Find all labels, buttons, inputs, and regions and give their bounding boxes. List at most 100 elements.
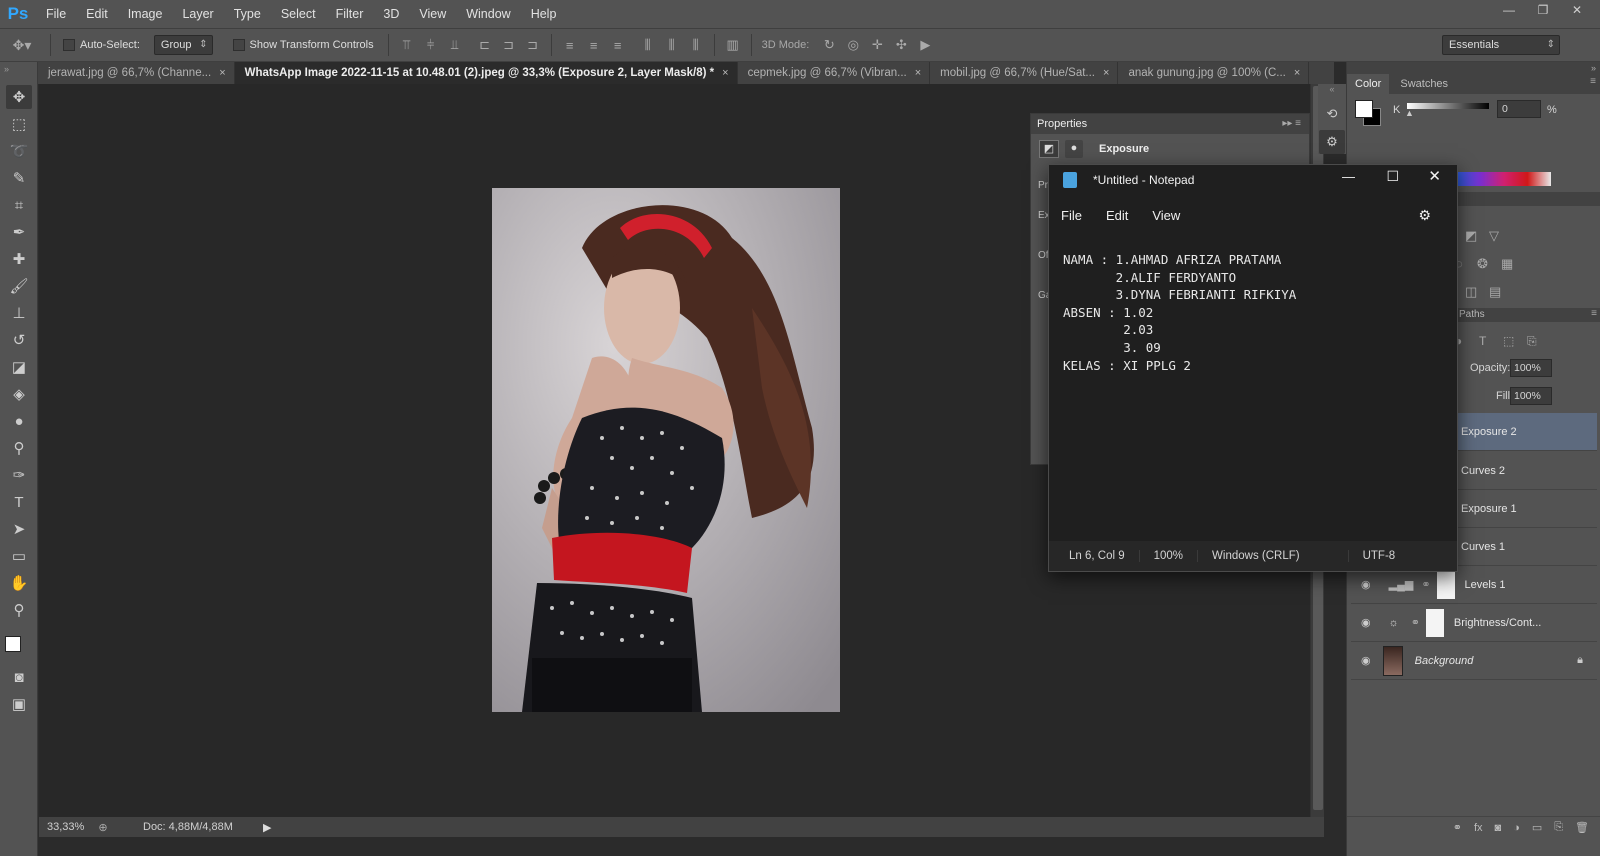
foreground-color-swatch[interactable] bbox=[1355, 100, 1373, 118]
screen-mode-icon[interactable]: ▣ bbox=[6, 692, 32, 716]
slider-handle-icon[interactable]: ▲ bbox=[1405, 108, 1414, 118]
color-balance-adjust-icon[interactable]: ❂ bbox=[1477, 256, 1488, 272]
properties-panel-icon[interactable]: ⚙ bbox=[1319, 130, 1345, 154]
3d-pan-icon[interactable]: ✛ bbox=[865, 37, 889, 53]
layer-background[interactable]: ◉ Background 🔒︎ bbox=[1351, 642, 1597, 680]
pen-tool-icon[interactable]: ✑ bbox=[6, 463, 32, 487]
crop-tool-icon[interactable]: ⌗ bbox=[6, 193, 32, 217]
notepad-menu-view[interactable]: View bbox=[1152, 208, 1180, 223]
doc-tab-jerawat[interactable]: jerawat.jpg @ 66,7% (Channe... × bbox=[38, 62, 235, 84]
collapse-icon[interactable]: » bbox=[1347, 62, 1600, 74]
filter-shape-icon[interactable]: ⬚ bbox=[1503, 334, 1514, 348]
panel-menu-icon[interactable]: ≡ bbox=[1590, 76, 1596, 87]
close-button[interactable]: ✕ bbox=[1560, 0, 1594, 22]
curves-adjust-icon[interactable]: ◩ bbox=[1465, 228, 1477, 244]
new-layer-icon[interactable]: ⎘ bbox=[1554, 821, 1563, 834]
status-menu-arrow-icon[interactable]: ▶ bbox=[263, 821, 271, 834]
auto-align-icon[interactable]: ▥ bbox=[721, 37, 745, 53]
k-value-field[interactable]: 0 bbox=[1497, 100, 1541, 118]
move-tool-preset-icon[interactable]: ✥▾ bbox=[0, 37, 44, 54]
align-left-icon[interactable]: ⊏ bbox=[473, 37, 497, 53]
menu-edit[interactable]: Edit bbox=[76, 0, 118, 28]
eyedropper-tool-icon[interactable]: ✒ bbox=[6, 220, 32, 244]
align-hcenter-icon[interactable]: ⊐ bbox=[497, 37, 521, 53]
blur-tool-icon[interactable]: ● bbox=[6, 409, 32, 433]
show-transform-checkbox[interactable] bbox=[232, 39, 245, 51]
distribute-top-icon[interactable]: ≡ bbox=[558, 38, 582, 53]
menu-file[interactable]: File bbox=[36, 0, 76, 28]
distribute-vcenter-icon[interactable]: ≡ bbox=[582, 38, 606, 53]
menu-type[interactable]: Type bbox=[224, 0, 271, 28]
align-bottom-icon[interactable]: ⫫ bbox=[443, 37, 467, 53]
align-right-icon[interactable]: ⊐ bbox=[521, 37, 545, 53]
clone-stamp-tool-icon[interactable]: ⊥ bbox=[6, 301, 32, 325]
visibility-eye-icon[interactable]: ◉ bbox=[1361, 578, 1371, 591]
collapse-icon[interactable]: « bbox=[1318, 84, 1346, 98]
document-image[interactable] bbox=[492, 188, 840, 712]
fx-icon[interactable]: fx bbox=[1474, 822, 1483, 834]
filter-smart-icon[interactable]: ⎘ bbox=[1527, 334, 1537, 349]
notepad-minimize-button[interactable]: — bbox=[1342, 169, 1355, 184]
new-adjustment-icon[interactable]: ◑ bbox=[1513, 822, 1520, 834]
panel-menu-icon[interactable]: ≡ bbox=[1591, 308, 1597, 319]
menu-filter[interactable]: Filter bbox=[326, 0, 374, 28]
collapse-icon[interactable]: » bbox=[0, 62, 37, 82]
visibility-eye-icon[interactable]: ◉ bbox=[1361, 654, 1371, 667]
tab-color[interactable]: Color bbox=[1347, 74, 1390, 94]
eraser-tool-icon[interactable]: ◪ bbox=[6, 355, 32, 379]
brush-tool-icon[interactable]: 🖌 bbox=[6, 274, 32, 298]
auto-select-mode-dropdown[interactable]: Group bbox=[153, 35, 213, 55]
align-top-icon[interactable]: ⫪ bbox=[395, 37, 419, 53]
fill-field[interactable]: 100% bbox=[1510, 387, 1552, 405]
notepad-menu-edit[interactable]: Edit bbox=[1106, 208, 1128, 223]
new-group-icon[interactable]: ▭ bbox=[1532, 821, 1542, 834]
doc-tab-mobil[interactable]: mobil.jpg @ 66,7% (Hue/Sat... × bbox=[930, 62, 1119, 84]
zoom-tool-icon[interactable]: ⚲ bbox=[6, 598, 32, 622]
workspace-dropdown[interactable]: Essentials bbox=[1442, 35, 1560, 55]
menu-view[interactable]: View bbox=[409, 0, 456, 28]
tab-close-icon[interactable]: × bbox=[1294, 62, 1300, 84]
marquee-tool-icon[interactable]: ⬚ bbox=[6, 112, 32, 136]
distribute-right-icon[interactable]: ⫼ bbox=[684, 37, 708, 53]
menu-help[interactable]: Help bbox=[521, 0, 567, 28]
gradient-map-adjust-icon[interactable]: ▤ bbox=[1489, 284, 1501, 300]
zoom-level[interactable]: 33,33% bbox=[47, 821, 91, 833]
move-tool-icon[interactable]: ✥ bbox=[6, 85, 32, 109]
tab-close-icon[interactable]: × bbox=[219, 62, 225, 84]
menu-select[interactable]: Select bbox=[271, 0, 326, 28]
opacity-field[interactable]: 100% bbox=[1510, 359, 1552, 377]
doc-tab-anak-gunung[interactable]: anak gunung.jpg @ 100% (C... × bbox=[1118, 62, 1310, 84]
tab-close-icon[interactable]: × bbox=[915, 62, 921, 84]
delete-layer-icon[interactable]: 🗑︎ bbox=[1575, 821, 1589, 834]
tab-close-icon[interactable]: × bbox=[722, 62, 728, 84]
panel-menu-icon[interactable]: ▸▸ ≡ bbox=[1282, 114, 1301, 134]
quick-mask-icon[interactable]: ◙ bbox=[6, 665, 32, 689]
distribute-hcenter-icon[interactable]: ⫼ bbox=[660, 37, 684, 53]
layer-brightness-contrast[interactable]: ◉ ☼ ⚭ Brightness/Cont... bbox=[1351, 604, 1597, 642]
k-slider[interactable] bbox=[1407, 103, 1489, 109]
notepad-text-area[interactable]: NAMA : 1.AHMAD AFRIZA PRATAMA 2.ALIF FER… bbox=[1063, 251, 1447, 374]
align-vcenter-icon[interactable]: ⫩ bbox=[419, 37, 443, 53]
tab-paths[interactable]: Paths bbox=[1459, 309, 1485, 320]
history-panel-icon[interactable]: ⟲ bbox=[1319, 102, 1345, 126]
auto-select-checkbox[interactable] bbox=[63, 39, 75, 51]
notepad-titlebar[interactable]: *Untitled - Notepad — ☐ ✕ bbox=[1049, 165, 1457, 195]
exposure-adjust-icon[interactable]: ▽ bbox=[1489, 228, 1499, 244]
3d-scale-icon[interactable]: ▶ bbox=[913, 37, 937, 53]
minimize-button[interactable]: — bbox=[1492, 0, 1526, 22]
notepad-close-button[interactable]: ✕ bbox=[1428, 167, 1441, 185]
layer-mask-thumbnail[interactable] bbox=[1436, 570, 1455, 599]
doc-tab-whatsapp-image[interactable]: WhatsApp Image 2022-11-15 at 10.48.01 (2… bbox=[234, 62, 738, 84]
healing-brush-tool-icon[interactable]: ✚ bbox=[6, 247, 32, 271]
color-swatches[interactable] bbox=[0, 626, 37, 662]
threshold-adjust-icon[interactable]: ◫ bbox=[1465, 284, 1477, 300]
visibility-eye-icon[interactable]: ◉ bbox=[1361, 616, 1371, 629]
doc-tab-cepmek[interactable]: cepmek.jpg @ 66,7% (Vibran... × bbox=[737, 62, 931, 84]
history-brush-tool-icon[interactable]: ↺ bbox=[6, 328, 32, 352]
rectangle-tool-icon[interactable]: ▭ bbox=[6, 544, 32, 568]
quick-select-tool-icon[interactable]: ✎ bbox=[6, 166, 32, 190]
notepad-window[interactable]: *Untitled - Notepad — ☐ ✕ File Edit View… bbox=[1048, 164, 1458, 572]
menu-image[interactable]: Image bbox=[118, 0, 173, 28]
tab-close-icon[interactable]: × bbox=[1103, 62, 1109, 84]
restore-button[interactable]: ❐ bbox=[1526, 0, 1560, 22]
